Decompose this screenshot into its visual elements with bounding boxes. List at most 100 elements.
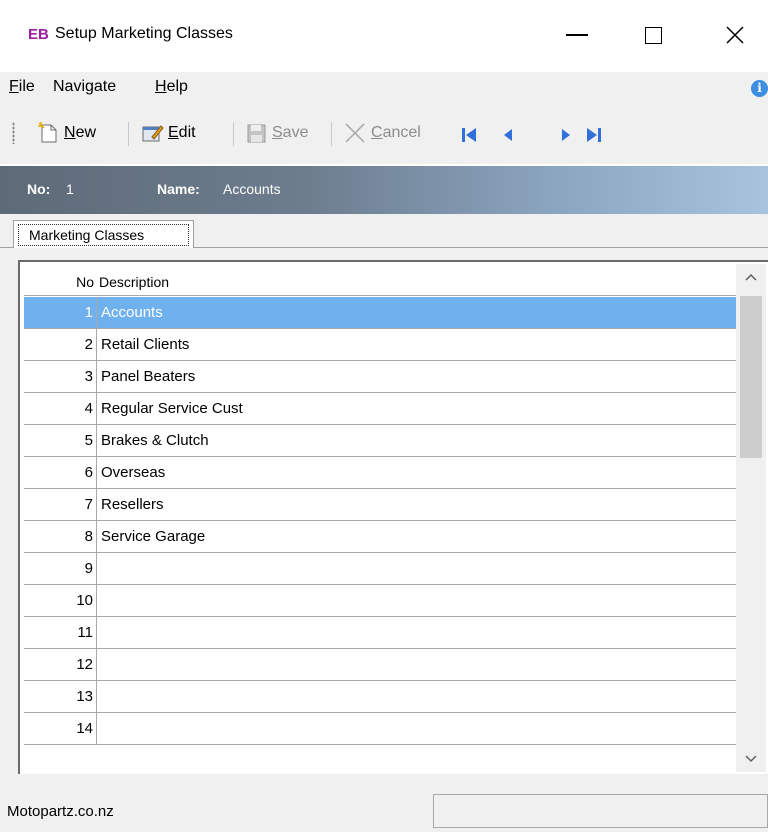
title-bar: EB Setup Marketing Classes <box>0 0 768 72</box>
cell-no[interactable]: 14 <box>24 713 97 744</box>
cell-no[interactable]: 9 <box>24 553 97 584</box>
save-disk-icon <box>244 121 268 145</box>
tab-label: Marketing Classes <box>18 224 189 246</box>
cell-no[interactable]: 5 <box>24 425 97 456</box>
cell-no[interactable]: 6 <box>24 457 97 488</box>
scrollbar-thumb[interactable] <box>740 296 762 458</box>
close-button[interactable] <box>712 16 758 54</box>
chevron-down-icon <box>745 755 757 763</box>
previous-record-button[interactable] <box>497 124 519 146</box>
menu-help[interactable]: Help <box>155 78 188 96</box>
table-row[interactable]: 11 <box>24 617 736 649</box>
record-no-value: 1 <box>66 181 74 197</box>
record-name-label: Name: <box>157 181 200 197</box>
cell-no[interactable]: 7 <box>24 489 97 520</box>
cell-description[interactable] <box>98 617 736 648</box>
cell-no[interactable]: 4 <box>24 393 97 424</box>
grid-header: No Description <box>24 266 736 296</box>
cell-no[interactable]: 13 <box>24 681 97 712</box>
scroll-down-button[interactable] <box>736 746 766 772</box>
record-name-value: Accounts <box>223 181 281 197</box>
cell-description[interactable]: Panel Beaters <box>98 361 736 392</box>
toolbar: New Edit Save Cancel <box>0 104 768 164</box>
last-record-icon <box>587 128 601 142</box>
first-record-icon <box>462 128 476 142</box>
new-button[interactable]: New <box>36 118 96 148</box>
cancel-button[interactable]: Cancel <box>343 118 421 148</box>
cell-no[interactable]: 8 <box>24 521 97 552</box>
cell-description[interactable] <box>98 649 736 680</box>
cell-description[interactable] <box>98 713 736 744</box>
menu-file[interactable]: File <box>9 78 35 96</box>
info-icon[interactable]: i <box>751 80 768 97</box>
menu-bar: File Navigate Help <box>0 72 768 104</box>
cancel-x-icon <box>343 121 367 145</box>
app-logo: EB <box>28 26 49 43</box>
record-no-label: No: <box>27 181 51 197</box>
status-company: Motopartz.co.nz <box>7 803 114 820</box>
menu-navigate[interactable]: Navigate <box>53 78 116 96</box>
toolbar-grip[interactable] <box>12 122 15 144</box>
table-row[interactable]: 13 <box>24 681 736 713</box>
table-row[interactable]: 12 <box>24 649 736 681</box>
cell-no[interactable]: 12 <box>24 649 97 680</box>
first-record-button[interactable] <box>458 124 480 146</box>
cell-description[interactable]: Resellers <box>98 489 736 520</box>
minimize-button[interactable] <box>554 16 600 54</box>
cell-description[interactable] <box>98 681 736 712</box>
table-row[interactable]: 9 <box>24 553 736 585</box>
record-header: No: 1 Name: Accounts <box>0 166 768 214</box>
column-header-no[interactable]: No <box>24 274 94 290</box>
table-row[interactable]: 6 Overseas <box>24 457 736 489</box>
cell-no[interactable]: 1 <box>24 297 97 328</box>
cell-description[interactable]: Brakes & Clutch <box>98 425 736 456</box>
cell-description[interactable]: Regular Service Cust <box>98 393 736 424</box>
vertical-scrollbar[interactable] <box>736 264 766 772</box>
toolbar-separator <box>128 122 129 146</box>
close-icon <box>726 26 744 44</box>
cell-description[interactable]: Retail Clients <box>98 329 736 360</box>
minimize-icon <box>566 34 588 36</box>
tab-strip: Marketing Classes <box>0 214 768 249</box>
status-bar: Motopartz.co.nz <box>0 778 768 832</box>
table-row[interactable]: 3 Panel Beaters <box>24 361 736 393</box>
tab-marketing-classes[interactable]: Marketing Classes <box>13 220 194 249</box>
edit-button[interactable]: Edit <box>140 118 196 148</box>
cell-no[interactable]: 11 <box>24 617 97 648</box>
toolbar-separator <box>233 122 234 146</box>
save-button[interactable]: Save <box>244 118 308 148</box>
table-row[interactable]: 5 Brakes & Clutch <box>24 425 736 457</box>
grid-rows: 1 Accounts 2 Retail Clients 3 Panel Beaters 4 R… <box>24 297 736 745</box>
cell-description[interactable] <box>98 553 736 584</box>
edit-form-icon <box>140 121 164 145</box>
cell-description[interactable] <box>98 585 736 616</box>
cell-no[interactable]: 3 <box>24 361 97 392</box>
last-record-button[interactable] <box>583 124 605 146</box>
table-row[interactable]: 1 Accounts <box>24 297 736 329</box>
status-panel <box>433 794 768 828</box>
next-record-icon <box>562 129 570 141</box>
content-panel: No Description 1 Accounts 2 Retail Clients 3… <box>0 248 768 778</box>
table-row[interactable]: 10 <box>24 585 736 617</box>
column-header-description[interactable]: Description <box>99 274 169 290</box>
toolbar-separator <box>331 122 332 146</box>
cell-description[interactable]: Accounts <box>98 297 736 328</box>
table-row[interactable]: 8 Service Garage <box>24 521 736 553</box>
table-row[interactable]: 2 Retail Clients <box>24 329 736 361</box>
cell-description[interactable]: Overseas <box>98 457 736 488</box>
maximize-icon <box>644 26 662 44</box>
new-document-icon <box>36 121 60 145</box>
table-row[interactable]: 14 <box>24 713 736 745</box>
cell-no[interactable]: 10 <box>24 585 97 616</box>
cell-description[interactable]: Service Garage <box>98 521 736 552</box>
table-row[interactable]: 4 Regular Service Cust <box>24 393 736 425</box>
window-title: Setup Marketing Classes <box>55 25 233 42</box>
chevron-up-icon <box>745 273 757 281</box>
next-record-button[interactable] <box>555 124 577 146</box>
scroll-up-button[interactable] <box>736 264 766 290</box>
marketing-classes-grid: No Description 1 Accounts 2 Retail Clients 3… <box>18 260 768 774</box>
previous-record-icon <box>504 129 512 141</box>
maximize-button[interactable] <box>630 16 676 54</box>
table-row[interactable]: 7 Resellers <box>24 489 736 521</box>
cell-no[interactable]: 2 <box>24 329 97 360</box>
